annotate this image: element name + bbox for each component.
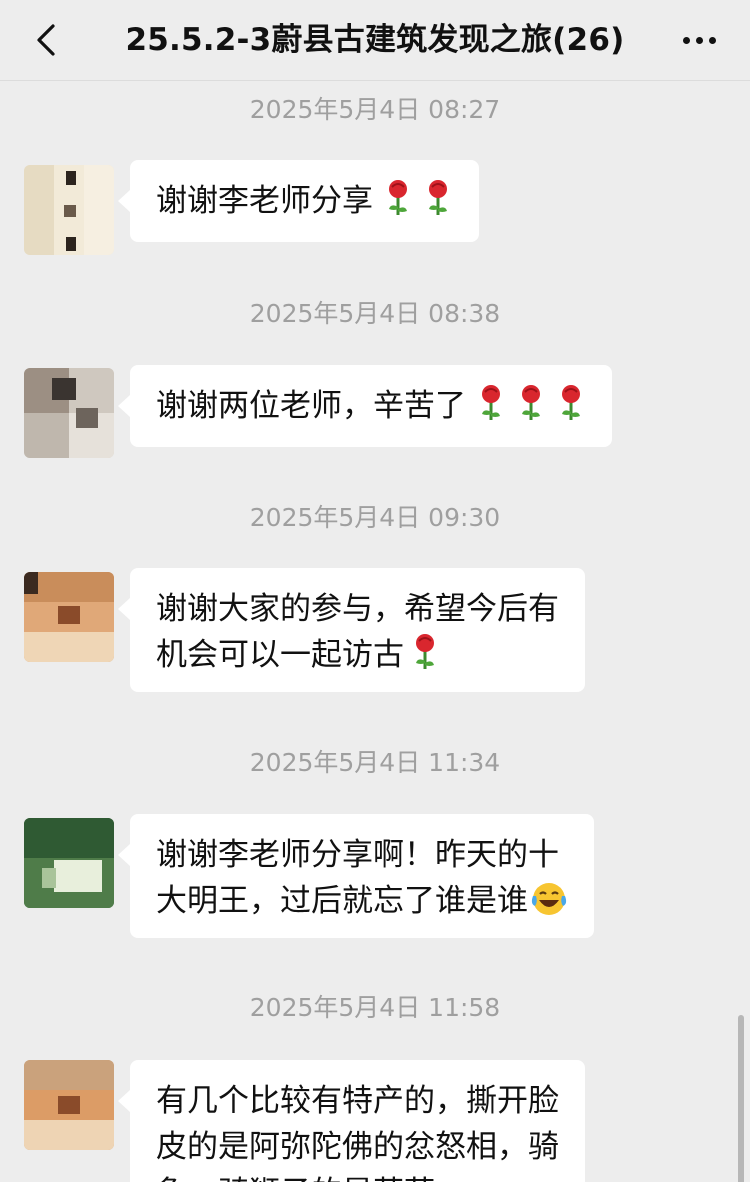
timestamp: 2025年5月4日 08:27: [249, 95, 501, 124]
ellipsis-dot: [708, 36, 716, 44]
scrollbar[interactable]: [738, 1015, 744, 1182]
timestamp: 2025年5月4日 11:58: [249, 993, 501, 1022]
message-list[interactable]: 2025年5月4日 08:27 谢谢李老师分享 2025年5月4日 08:38 …: [0, 80, 750, 1182]
message-line: 有几个比较有特产的，撕开脸: [156, 1083, 559, 1119]
rose-emoji-icon: [416, 634, 434, 669]
timestamp: 2025年5月4日 11:34: [249, 748, 501, 777]
message-line: 谢谢大家的参与，希望今后有: [156, 591, 559, 627]
rose-emoji-icon: [522, 385, 540, 420]
message-bubble[interactable]: 有几个比较有特产的，撕开脸 皮的是阿弥陀佛的忿怒相，骑 象、骑狮子的是菩萨…: [118, 1060, 585, 1182]
avatar[interactable]: [24, 368, 114, 458]
laughing-crying-emoji-icon: [531, 883, 567, 915]
chat-title: 25.5.2-3蔚县古建筑发现之旅(26): [125, 22, 625, 58]
message-bubble[interactable]: 谢谢大家的参与，希望今后有 机会可以一起访古: [118, 568, 585, 692]
message-bubble[interactable]: 谢谢李老师分享啊！昨天的十 大明王，过后就忘了谁是谁: [118, 814, 594, 938]
message-line: 机会可以一起访古: [156, 637, 404, 673]
message-text: 谢谢两位老师，辛苦了: [156, 388, 466, 424]
ellipsis-icon: [682, 36, 690, 44]
chevron-left-icon: [37, 24, 55, 56]
message-line: 大明王，过后就忘了谁是谁: [156, 883, 528, 919]
message-line: 象、骑狮子的是菩萨…: [156, 1170, 559, 1182]
chat-header: 25.5.2-3蔚县古建筑发现之旅(26): [0, 0, 750, 81]
timestamp: 2025年5月4日 08:38: [249, 299, 501, 328]
message-bubble[interactable]: 谢谢李老师分享: [118, 160, 479, 242]
avatar[interactable]: [24, 1060, 114, 1150]
rose-emoji-icon: [389, 180, 407, 215]
back-button[interactable]: [24, 18, 68, 62]
message-text: 谢谢李老师分享: [156, 183, 373, 219]
message-line: 皮的是阿弥陀佛的忿怒相，骑: [156, 1129, 559, 1165]
avatar[interactable]: [24, 165, 114, 255]
avatar[interactable]: [24, 818, 114, 908]
message-line: 谢谢李老师分享啊！昨天的十: [156, 837, 559, 873]
rose-emoji-icon: [482, 385, 500, 420]
avatar[interactable]: [24, 572, 114, 662]
ellipsis-dot: [695, 36, 703, 44]
rose-emoji-icon: [429, 180, 447, 215]
message-bubble[interactable]: 谢谢两位老师，辛苦了: [118, 365, 612, 447]
more-button[interactable]: [674, 18, 724, 62]
rose-emoji-icon: [562, 385, 580, 420]
timestamp: 2025年5月4日 09:30: [249, 503, 501, 532]
